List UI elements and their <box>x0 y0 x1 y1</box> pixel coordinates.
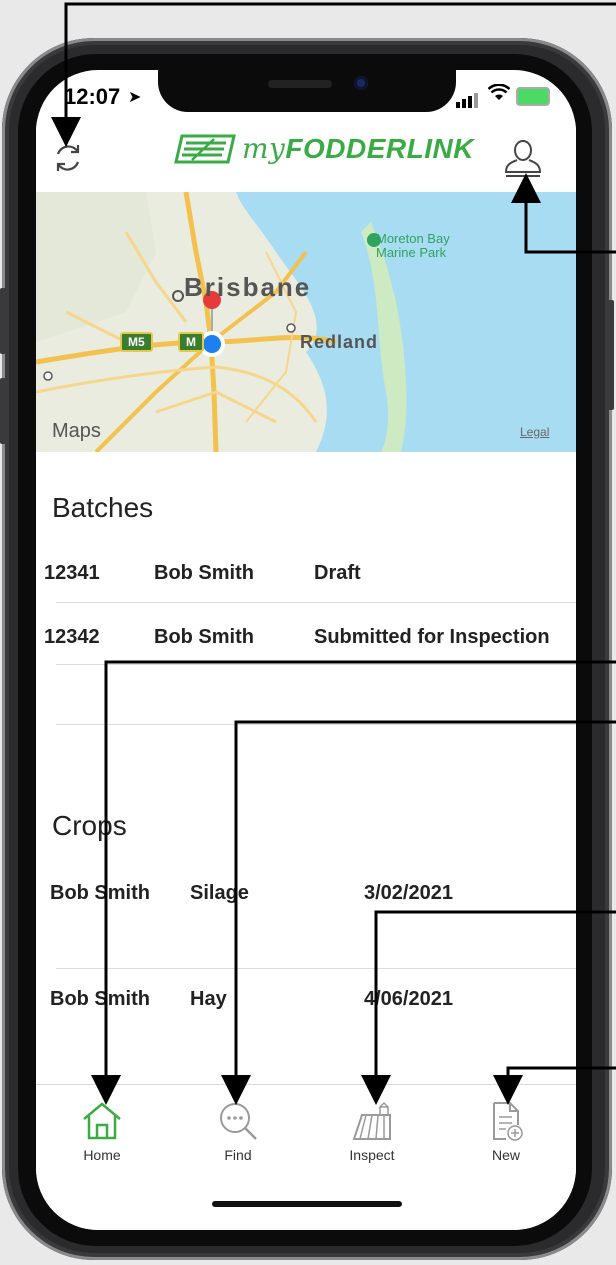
batch-id: 12342 <box>44 626 100 648</box>
status-time: 12:07 <box>64 84 121 109</box>
map-legal-link[interactable]: Legal <box>520 425 549 439</box>
crop-row[interactable]: Bob Smith Hay 4/06/2021 <box>36 972 576 1052</box>
crop-name: Bob Smith <box>50 882 150 904</box>
batches-title: Batches <box>52 492 154 523</box>
map-view[interactable]: Brisbane Redland Moreton Bay Marine Park… <box>36 192 576 452</box>
map-park-line1: Moreton Bay <box>376 231 450 246</box>
tab-home[interactable]: Home <box>52 1101 152 1163</box>
logo-text: myFODDERLINK <box>242 132 474 165</box>
batch-id: 12341 <box>44 562 100 584</box>
batch-status: Draft <box>314 562 361 584</box>
tab-find[interactable]: Find <box>188 1101 288 1163</box>
map-label-city: Brisbane <box>184 272 312 302</box>
row-divider <box>56 968 576 969</box>
row-divider <box>56 724 576 725</box>
batch-status: Submitted for Inspection <box>314 626 550 648</box>
tab-new[interactable]: New <box>456 1101 556 1163</box>
tab-inspect-label: Inspect <box>349 1147 395 1163</box>
refresh-icon[interactable] <box>50 140 86 176</box>
maps-brand: Maps <box>52 420 101 443</box>
signal-icon <box>456 90 480 108</box>
main-content: Batches 12341 Bob Smith Draft 12342 Bob … <box>36 452 576 1084</box>
crops-title: Crops <box>52 810 127 841</box>
notch <box>158 70 456 112</box>
inspect-field-icon <box>352 1101 391 1140</box>
tab-home-label: Home <box>83 1147 121 1163</box>
crop-name: Bob Smith <box>50 988 150 1010</box>
tab-find-label: Find <box>224 1147 252 1163</box>
map-canvas <box>36 192 576 452</box>
crop-row[interactable]: Bob Smith Silage 3/02/2021 <box>36 858 576 938</box>
map-label-suburb: Redland <box>300 332 379 352</box>
home-indicator[interactable] <box>212 1201 402 1207</box>
crop-type: Hay <box>190 988 227 1010</box>
road-badge-m: M <box>178 332 204 352</box>
crop-type: Silage <box>190 882 249 904</box>
batch-row[interactable]: 12342 Bob Smith Submitted for Inspection <box>36 606 576 668</box>
map-label-park: Moreton Bay Marine Park <box>376 232 450 260</box>
home-icon <box>83 1102 121 1140</box>
phone-screen: 12:07 ➤ myFODDERLINK Brisbane Redland Mo… <box>36 70 576 1230</box>
batch-name: Bob Smith <box>154 626 254 648</box>
logo-mark-icon <box>174 134 236 163</box>
crop-date: 3/02/2021 <box>364 882 453 904</box>
batch-row[interactable]: 12341 Bob Smith Draft <box>36 542 576 604</box>
row-divider <box>56 602 576 603</box>
profile-icon[interactable] <box>502 134 544 180</box>
tab-inspect[interactable]: Inspect <box>322 1101 422 1163</box>
tab-bar: Home Find Inspect New <box>36 1084 576 1230</box>
app-header: myFODDERLINK <box>36 122 576 192</box>
batch-name: Bob Smith <box>154 562 254 584</box>
find-icon <box>220 1103 257 1140</box>
logo-fodderlink: FODDERLINK <box>285 133 474 164</box>
location-arrow-icon: ➤ <box>128 89 142 106</box>
speaker <box>268 80 332 88</box>
logo-my: my <box>242 132 286 165</box>
side-button-right <box>606 300 614 410</box>
map-park-line2: Marine Park <box>376 245 447 260</box>
battery-icon <box>516 87 550 106</box>
side-button-left <box>0 288 6 354</box>
tab-new-label: New <box>491 1147 520 1163</box>
maps-brand-text: Maps <box>52 420 101 442</box>
camera-icon <box>354 76 368 90</box>
wifi-icon <box>488 84 510 100</box>
new-document-icon <box>493 1102 523 1141</box>
app-logo: myFODDERLINK <box>174 132 474 165</box>
crop-date: 4/06/2021 <box>364 988 453 1010</box>
side-button-left-2 <box>0 378 6 444</box>
road-badge-m5: M5 <box>120 332 153 352</box>
row-divider <box>56 664 576 665</box>
